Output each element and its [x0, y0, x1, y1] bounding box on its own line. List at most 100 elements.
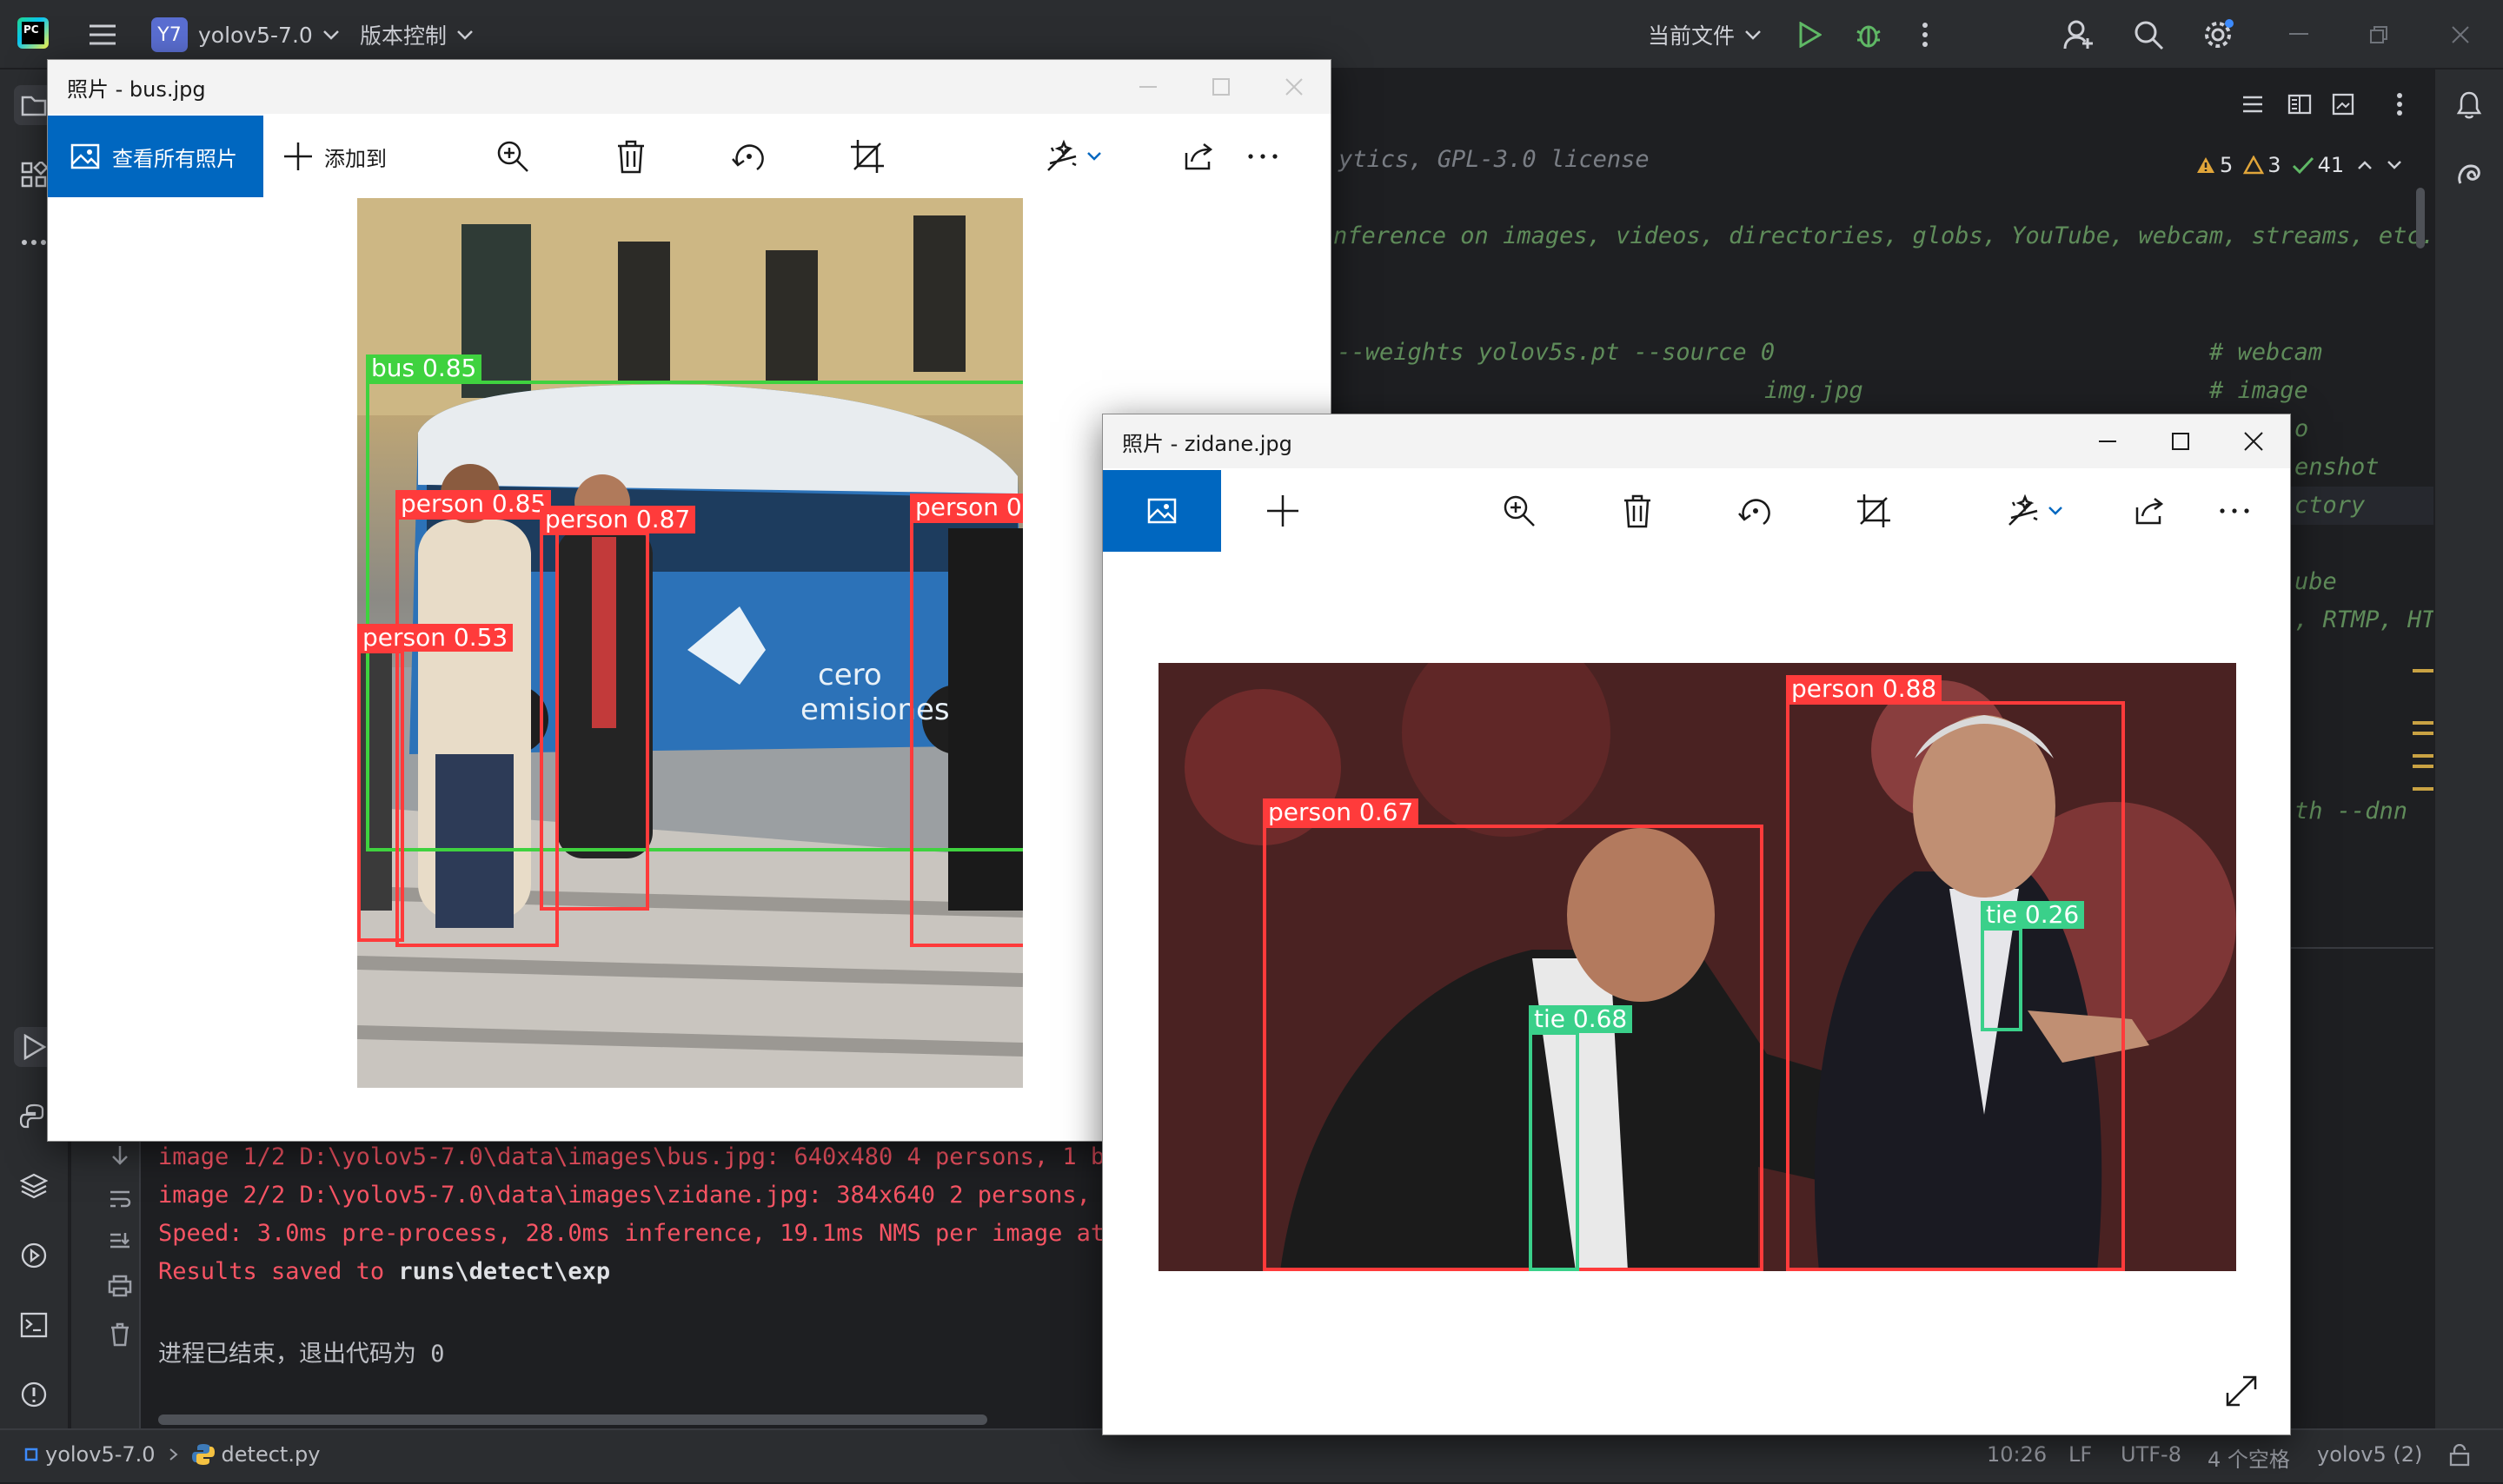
restore-icon[interactable] — [2357, 16, 2400, 54]
ok-count: 41 — [2317, 153, 2345, 177]
indent-setting[interactable]: 4 个空格 — [2208, 1442, 2290, 1473]
breadcrumb-project[interactable]: yolov5-7.0 — [45, 1442, 156, 1467]
detection-label: person 0.67 — [1263, 798, 1419, 826]
rotate-icon[interactable] — [726, 133, 773, 180]
project-switcher[interactable]: Y7 yolov5-7.0 — [151, 17, 341, 52]
view-all-photos-button[interactable] — [1103, 470, 1221, 552]
close-icon[interactable] — [1258, 60, 1331, 114]
minimize-icon[interactable] — [1112, 60, 1185, 114]
run-icon[interactable] — [1792, 16, 1827, 54]
status-bar: yolov5-7.0 detect.py 10:26 LF UTF-8 4 个空… — [0, 1428, 2503, 1482]
console-h-scrollbar[interactable] — [158, 1414, 987, 1425]
chevron-down-icon — [1745, 30, 1761, 40]
weak-warning-icon — [2243, 156, 2265, 175]
rotate-icon[interactable] — [1732, 487, 1779, 534]
edit-enhance-dropdown[interactable] — [2000, 487, 2069, 534]
line-ending[interactable]: LF — [2068, 1442, 2092, 1467]
chevron-down-icon[interactable] — [2386, 159, 2403, 171]
scroll-marker — [2413, 721, 2435, 725]
main-menu-icon[interactable] — [83, 16, 122, 54]
code-line: ube — [2294, 568, 2337, 595]
chevron-right-icon — [169, 1448, 178, 1461]
scroll-down-icon[interactable] — [103, 1138, 137, 1173]
check-icon — [2292, 156, 2314, 175]
zoom-in-icon[interactable] — [489, 133, 536, 180]
minimize-icon[interactable] — [2277, 16, 2320, 54]
notifications-bell-icon[interactable] — [2449, 85, 2489, 125]
trash-icon[interactable] — [103, 1317, 137, 1352]
detection-label: tie 0.26 — [1981, 901, 2085, 929]
run-config-selector[interactable]: 当前文件 — [1648, 19, 1763, 50]
detection-box: person 0.88 — [1786, 675, 2125, 1271]
python-file-icon — [191, 1444, 215, 1465]
code-line: nference on images, videos, directories,… — [1333, 222, 2435, 249]
detection-box: person 0.53 — [357, 624, 514, 942]
vcs-menu[interactable]: 版本控制 — [360, 19, 475, 50]
breadcrumb-file[interactable]: detect.py — [222, 1442, 321, 1467]
zidane-photo: person 0.88 person 0.67 tie 0.26 tie 0.6… — [1159, 663, 2236, 1271]
editor-more-icon[interactable] — [2387, 87, 2413, 122]
results-path[interactable]: runs\detect\exp — [398, 1258, 610, 1285]
debug-icon[interactable] — [1851, 16, 1886, 54]
run-config-label: 当前文件 — [1648, 23, 1736, 49]
add-user-icon[interactable] — [2060, 16, 2098, 54]
bus-photo: cero emisiones bus 0.85 person 0.85 pers… — [357, 198, 1023, 1088]
more-options-icon[interactable] — [2208, 487, 2261, 534]
preview-icon[interactable] — [2326, 87, 2360, 122]
code-line: ytics, GPL-3.0 license — [1338, 146, 1650, 173]
python-interpreter[interactable]: yolov5 (2) — [2317, 1442, 2422, 1467]
image-icon — [1147, 498, 1177, 524]
soft-wrap-icon[interactable] — [103, 1182, 137, 1216]
breadcrumb: yolov5-7.0 detect.py — [24, 1442, 320, 1467]
services-icon[interactable] — [14, 1236, 54, 1275]
full-screen-expand-icon[interactable] — [2221, 1370, 2262, 1412]
add-to-plus-icon[interactable] — [1259, 487, 1306, 534]
more-actions-icon[interactable] — [1912, 16, 1938, 54]
inspections-widget[interactable]: 5 3 41 — [2195, 149, 2403, 181]
print-icon[interactable] — [103, 1269, 137, 1303]
maximize-icon[interactable] — [2144, 414, 2217, 468]
search-icon[interactable] — [2129, 16, 2168, 54]
edit-enhance-dropdown[interactable] — [1039, 133, 1108, 180]
add-to-label: 添加到 — [324, 146, 387, 171]
pycharm-logo-icon: PC — [17, 17, 49, 49]
problems-icon[interactable] — [14, 1375, 54, 1414]
settings-gear-icon[interactable] — [2199, 16, 2237, 54]
crop-icon[interactable] — [844, 133, 891, 180]
split-view-icon[interactable] — [2282, 87, 2317, 122]
view-all-label: 查看所有照片 — [112, 146, 237, 171]
editor-scrollbar-thumb[interactable] — [2416, 188, 2425, 248]
scroll-marker — [2413, 787, 2435, 791]
more-options-icon[interactable] — [1237, 133, 1289, 180]
scroll-to-end-icon[interactable] — [103, 1225, 137, 1260]
terminal-icon[interactable] — [14, 1305, 54, 1345]
ai-assistant-icon[interactable] — [2449, 155, 2489, 195]
caret-position[interactable]: 10:26 — [1987, 1442, 2047, 1467]
view-all-photos-button[interactable]: 查看所有照片 — [48, 116, 263, 197]
module-icon — [24, 1448, 38, 1461]
zoom-in-icon[interactable] — [1496, 487, 1543, 534]
minimize-icon[interactable] — [2071, 414, 2144, 468]
close-icon[interactable] — [2439, 16, 2482, 54]
chevron-up-icon[interactable] — [2356, 159, 2374, 171]
layers-icon[interactable] — [14, 1166, 54, 1206]
results-prefix: Results saved to — [158, 1258, 399, 1285]
process-exit-message: 进程已结束，退出代码为 0 — [158, 1341, 445, 1368]
code-line: th --dnn — [2294, 798, 2408, 825]
lock-icon[interactable] — [2449, 1443, 2470, 1472]
maximize-icon[interactable] — [1185, 60, 1258, 114]
delete-icon[interactable] — [607, 133, 654, 180]
detection-box: person 0 — [910, 494, 1023, 947]
reader-mode-icon[interactable] — [2235, 87, 2270, 122]
share-icon[interactable] — [2125, 487, 2172, 534]
file-encoding[interactable]: UTF-8 — [2121, 1442, 2181, 1467]
delete-icon[interactable] — [1614, 487, 1661, 534]
close-icon[interactable] — [2217, 414, 2290, 468]
add-to-button[interactable]: 添加到 — [282, 116, 387, 197]
share-icon[interactable] — [1174, 133, 1221, 180]
crop-icon[interactable] — [1850, 487, 1897, 534]
scroll-marker — [2413, 732, 2435, 735]
code-line: o — [2294, 415, 2309, 442]
scroll-marker — [2413, 765, 2435, 768]
image-icon — [70, 143, 100, 169]
